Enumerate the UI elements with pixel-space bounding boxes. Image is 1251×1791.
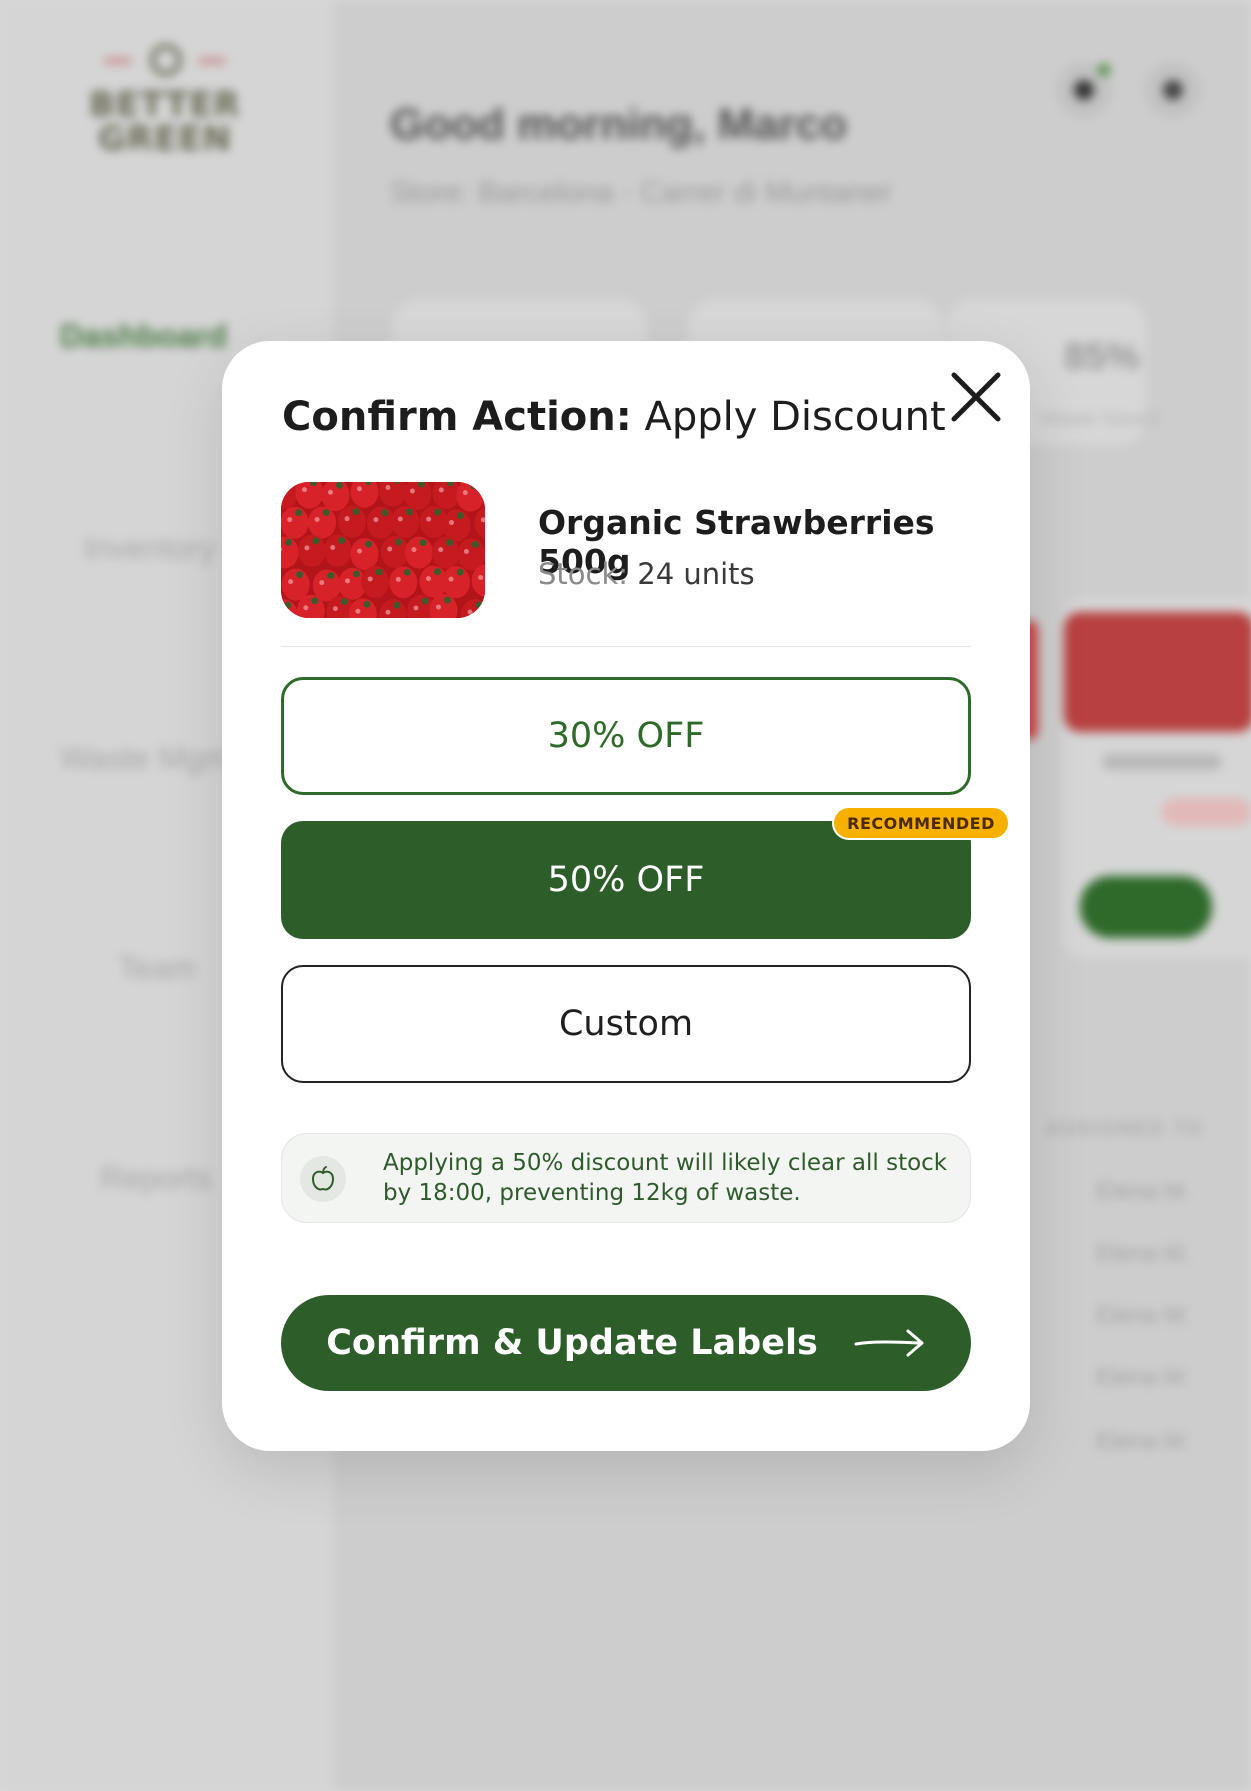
nav-dashboard[interactable]: Dashboard bbox=[60, 318, 227, 355]
user-avatar-icon[interactable] bbox=[1145, 62, 1201, 118]
logo-text: BETTER GREEN bbox=[89, 85, 241, 159]
confirm-button-label: Confirm & Update Labels bbox=[326, 1323, 818, 1363]
notification-icon[interactable] bbox=[1056, 62, 1112, 118]
modal-title-subject: Apply Discount bbox=[644, 394, 946, 440]
nav-inventory[interactable]: Inventory bbox=[84, 530, 216, 567]
assigned-cell: Elena M. bbox=[1096, 1428, 1191, 1455]
nav-team[interactable]: Team bbox=[118, 950, 196, 987]
confirm-discount-modal: Confirm Action: Apply Discount Organic S… bbox=[222, 341, 1030, 1451]
strawberries-image bbox=[281, 482, 485, 618]
product-image bbox=[1064, 612, 1251, 732]
discount-pill bbox=[1162, 798, 1251, 826]
divider bbox=[281, 646, 971, 647]
nav-reports[interactable]: Reports bbox=[100, 1160, 212, 1197]
close-icon bbox=[951, 372, 1001, 422]
modal-title-action: Confirm Action: bbox=[282, 394, 632, 440]
recommended-badge: RECOMMENDED bbox=[832, 806, 1010, 840]
stat-value: 85% bbox=[1064, 336, 1141, 378]
impact-info-text: Applying a 50% discount will likely clea… bbox=[383, 1150, 948, 1206]
assigned-cell: Elena M. bbox=[1096, 1178, 1191, 1205]
product-thumbnail bbox=[281, 482, 485, 618]
assigned-cell: Elena M. bbox=[1096, 1364, 1191, 1391]
product-action-button[interactable] bbox=[1080, 876, 1212, 938]
modal-title: Confirm Action: Apply Discount bbox=[282, 393, 946, 441]
close-button[interactable] bbox=[944, 365, 1008, 429]
assigned-cell: Elena M. bbox=[1096, 1302, 1191, 1329]
stock-label: Stock: bbox=[538, 557, 629, 591]
apple-icon bbox=[300, 1156, 346, 1202]
impact-info-box: Applying a 50% discount will likely clea… bbox=[281, 1133, 971, 1223]
nav-waste-mgmt[interactable]: Waste Mgmt bbox=[60, 740, 238, 777]
arrow-right-icon bbox=[854, 1329, 924, 1357]
store-line: Store: Barcelona - Carrer di Muntaner bbox=[390, 176, 892, 209]
product-card bbox=[1062, 598, 1251, 958]
stock-value: 24 units bbox=[637, 557, 755, 591]
assigned-header: ASSIGNED TO bbox=[1046, 1118, 1204, 1140]
product-label bbox=[1102, 754, 1222, 770]
brand-logo: BETTER GREEN bbox=[82, 44, 248, 162]
confirm-update-labels-button[interactable]: Confirm & Update Labels bbox=[281, 1295, 971, 1391]
discount-option-30[interactable]: 30% OFF bbox=[281, 677, 971, 795]
stat-sub: Waste Saved bbox=[1040, 408, 1159, 430]
assigned-cell: Elena M. bbox=[1096, 1240, 1191, 1267]
greeting: Good morning, Marco bbox=[390, 100, 848, 149]
product-stock: Stock: 24 units bbox=[538, 557, 755, 591]
discount-option-custom[interactable]: Custom bbox=[281, 965, 971, 1083]
